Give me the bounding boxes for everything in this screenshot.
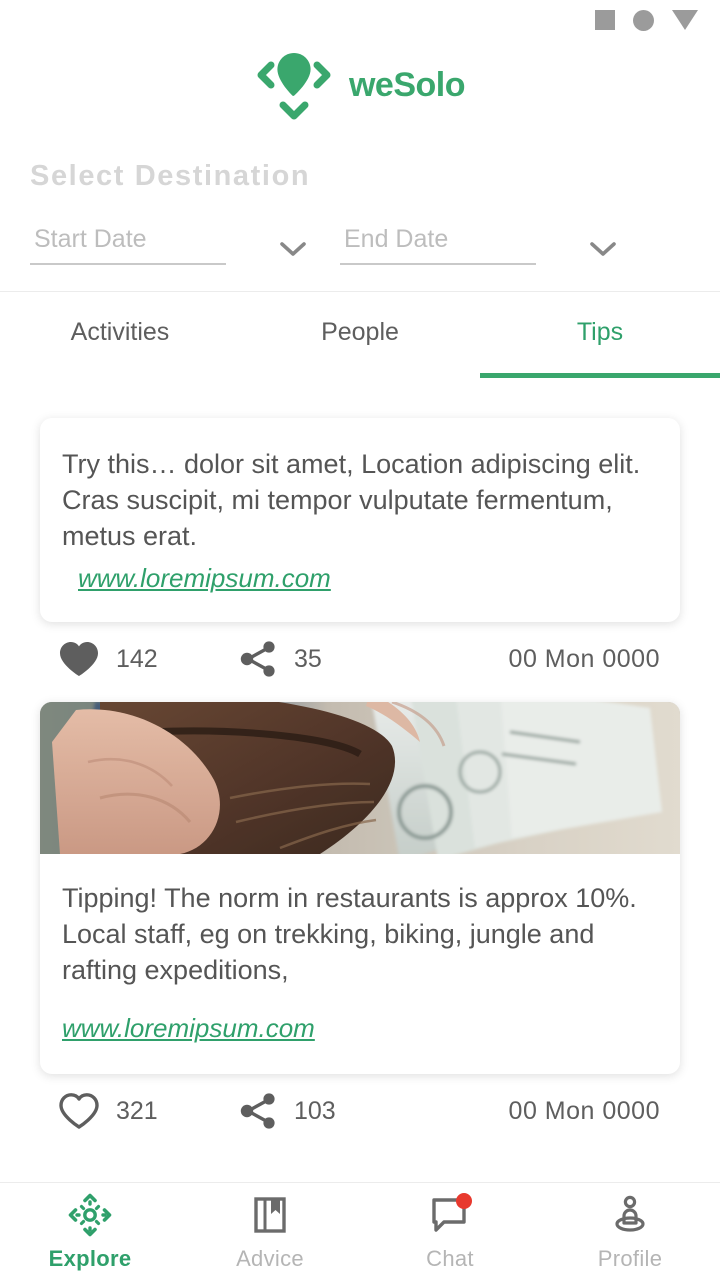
end-date-input[interactable] [340, 225, 536, 265]
start-date-input[interactable] [30, 225, 226, 265]
tip-meta-row: 142 35 00 Mon 0000 [40, 622, 680, 696]
tip-card[interactable]: Tipping! The norm in restaurants is appr… [40, 702, 680, 1074]
app-header: weSolo [0, 40, 720, 130]
tip-text: Tipping! The norm in restaurants is appr… [62, 883, 637, 985]
person-pin-icon[interactable] [607, 1192, 653, 1238]
like-count: 142 [116, 644, 158, 673]
heart-outline-icon[interactable] [58, 1092, 100, 1130]
share-count: 103 [294, 1096, 336, 1125]
brand-name: weSolo [348, 66, 466, 104]
tab-bar: Activities People Tips [0, 292, 720, 378]
location-pin-explore-icon [255, 49, 333, 121]
tip-text: Try this… dolor sit amet, Location adipi… [62, 449, 641, 551]
share-control[interactable]: 103 [238, 1091, 468, 1131]
tip-date: 00 Mon 0000 [508, 644, 660, 673]
book-bookmark-icon[interactable] [247, 1192, 293, 1238]
app-screen: weSolo Select Destination Activities [0, 0, 720, 1280]
chevron-down-icon[interactable] [280, 241, 306, 257]
start-date-field[interactable] [30, 225, 340, 265]
share-icon[interactable] [238, 639, 278, 679]
tip-card[interactable]: Try this… dolor sit amet, Location adipi… [40, 418, 680, 622]
tip-text-block: Tipping! The norm in restaurants is appr… [40, 854, 680, 1074]
square-icon [595, 10, 615, 30]
like-control[interactable]: 321 [58, 1092, 238, 1130]
tip-link[interactable]: www.loremipsum.com [62, 560, 658, 596]
share-control[interactable]: 35 [238, 639, 468, 679]
tip-link[interactable]: www.loremipsum.com [62, 1010, 658, 1046]
triangle-down-icon [672, 10, 698, 30]
bottom-navigation: Explore Advice Chat Profile [0, 1182, 720, 1280]
heart-filled-icon[interactable] [58, 640, 100, 678]
nav-item-chat[interactable]: Chat [360, 1183, 540, 1280]
destination-section: Select Destination [0, 130, 720, 193]
explore-compass-icon[interactable] [67, 1192, 113, 1238]
like-control[interactable]: 142 [58, 640, 238, 678]
circle-icon [633, 9, 654, 31]
nav-label-profile: Profile [597, 1245, 663, 1271]
page-title: Select Destination [30, 160, 311, 192]
nav-item-explore[interactable]: Explore [0, 1183, 180, 1280]
tip-meta-row: 321 103 00 Mon 0000 [40, 1074, 680, 1148]
share-count: 35 [294, 644, 322, 673]
tab-tips[interactable]: Tips [480, 292, 720, 378]
chat-bubble-icon[interactable] [427, 1192, 473, 1238]
status-bar [0, 0, 720, 40]
tip-date: 00 Mon 0000 [508, 1096, 660, 1125]
tips-feed: Try this… dolor sit amet, Location adipi… [0, 378, 720, 1182]
end-date-field[interactable] [340, 225, 650, 265]
notification-badge [456, 1192, 472, 1209]
share-icon[interactable] [238, 1091, 278, 1131]
nav-label-explore: Explore [48, 1245, 132, 1271]
tip-image [40, 702, 680, 854]
date-range-row [0, 193, 720, 265]
nav-label-advice: Advice [236, 1245, 304, 1271]
nav-label-chat: Chat [426, 1245, 474, 1271]
chevron-down-icon[interactable] [590, 241, 616, 257]
nav-item-profile[interactable]: Profile [540, 1183, 720, 1280]
like-count: 321 [116, 1096, 158, 1125]
nav-item-advice[interactable]: Advice [180, 1183, 360, 1280]
tab-people[interactable]: People [240, 292, 480, 378]
tab-activities[interactable]: Activities [0, 292, 240, 378]
